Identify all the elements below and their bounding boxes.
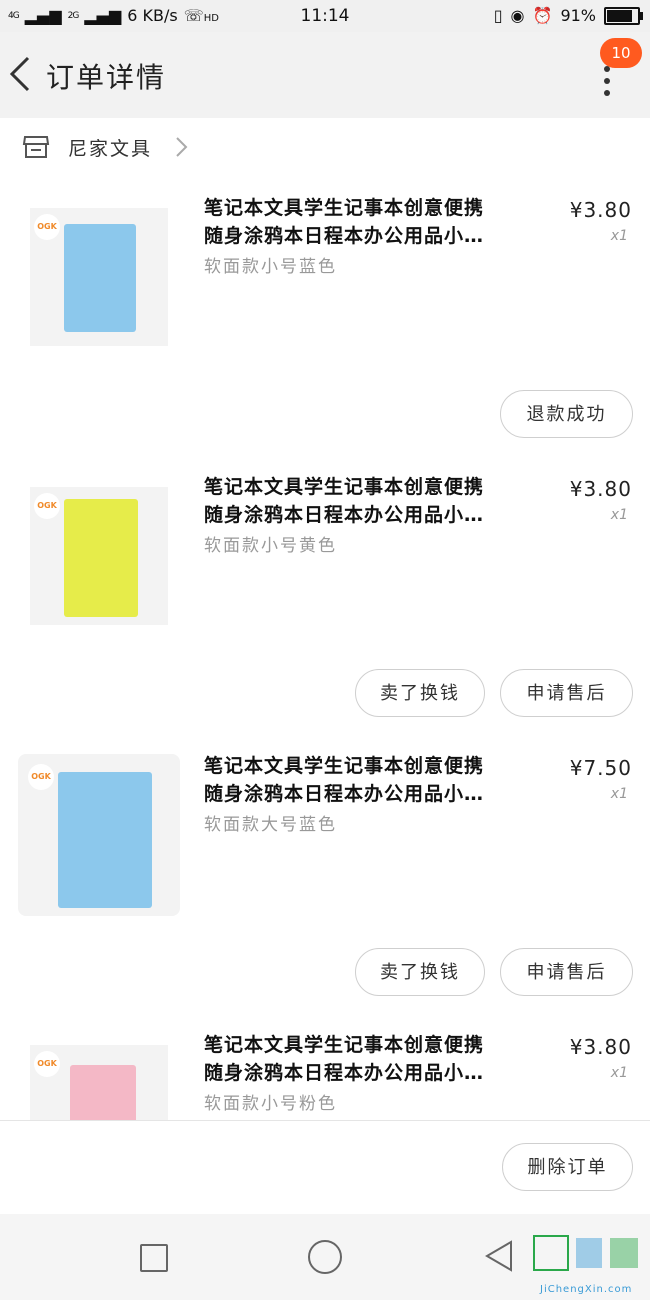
brand-logo-icon: OGK [34, 214, 60, 240]
apply-after-sales-button[interactable]: 申请售后 [500, 948, 633, 996]
watermark-logo-icon [533, 1235, 638, 1271]
notebook-image [64, 224, 136, 332]
product-quantity: x1 [610, 1065, 628, 1081]
chevron-right-icon [176, 137, 188, 157]
status-bar: 4G ▂▄▆ 2G ▂▄▆ 6 KB/s ☏HD 11:14 ▯ ◉ ⏰ 91% [0, 0, 650, 32]
product-spec: 软面款小号蓝色 [204, 257, 337, 277]
product-price: ¥7.50 [569, 756, 632, 780]
brand-logo-icon: OGK [34, 493, 60, 519]
message-badge[interactable]: 10 [600, 38, 642, 68]
resell-button[interactable]: 卖了换钱 [355, 669, 485, 717]
product-title-line1: 笔记本文具学生记事本创意便携 [204, 197, 485, 219]
nav-bar: 订单详情 10 [0, 32, 650, 118]
product-spec: 软面款小号粉色 [204, 1094, 337, 1114]
notebook-image [70, 1065, 136, 1120]
vibrate-icon: ▯ [493, 6, 503, 25]
shop-icon [22, 136, 50, 158]
brand-logo-icon: OGK [34, 1051, 60, 1077]
system-back-icon[interactable] [484, 1240, 514, 1272]
product-thumbnail[interactable]: OGK [30, 487, 168, 625]
order-action-bar: 删除订单 [0, 1120, 650, 1215]
product-spec: 软面款大号蓝色 [204, 815, 337, 835]
resell-button[interactable]: 卖了换钱 [355, 948, 485, 996]
battery-fill [607, 9, 632, 22]
product-title[interactable]: 笔记本文具学生记事本创意便携 随身涂鸦本日程本办公用品小… [204, 1031, 539, 1087]
status-right: ▯ ◉ ⏰ 91% [493, 6, 643, 25]
battery-icon [604, 6, 643, 25]
product-title[interactable]: 笔记本文具学生记事本创意便携 随身涂鸦本日程本办公用品小… [204, 752, 539, 808]
brand-logo-icon: OGK [28, 764, 54, 790]
delete-order-button[interactable]: 删除订单 [502, 1143, 633, 1191]
product-thumbnail[interactable]: OGK [30, 1045, 168, 1120]
product-thumbnail[interactable]: OGK [30, 208, 168, 346]
more-menu-icon[interactable] [596, 66, 618, 102]
notebook-image [64, 499, 138, 617]
product-thumbnail[interactable]: OGK [18, 754, 180, 916]
order-item[interactable]: OGK 笔记本文具学生记事本创意便携 随身涂鸦本日程本办公用品小… 软面款小号粉… [0, 1027, 650, 1120]
product-title-line2: 随身涂鸦本日程本办公用品小… [204, 783, 485, 805]
apply-after-sales-button[interactable]: 申请售后 [500, 669, 633, 717]
product-quantity: x1 [610, 507, 628, 523]
back-arrow-icon[interactable] [6, 54, 36, 94]
shop-name: 尼家文具 [68, 138, 153, 160]
alarm-icon: ⏰ [532, 6, 553, 25]
product-price: ¥3.80 [569, 198, 632, 222]
product-title-line2: 随身涂鸦本日程本办公用品小… [204, 504, 485, 526]
product-title-line1: 笔记本文具学生记事本创意便携 [204, 755, 485, 777]
watermark-text: JiChengXin.com [540, 1284, 633, 1295]
product-price: ¥3.80 [569, 1035, 632, 1059]
product-title[interactable]: 笔记本文具学生记事本创意便携 随身涂鸦本日程本办公用品小… [204, 194, 539, 250]
order-item[interactable]: OGK 笔记本文具学生记事本创意便携 随身涂鸦本日程本办公用品小… 软面款小号黄… [0, 469, 650, 729]
shop-row[interactable]: 尼家文具 [0, 118, 650, 176]
recent-apps-icon[interactable] [140, 1244, 168, 1272]
rotation-lock-icon: ◉ [510, 6, 525, 25]
order-item[interactable]: OGK 笔记本文具学生记事本创意便携 随身涂鸦本日程本办公用品小… 软面款大号蓝… [0, 748, 650, 1008]
battery-percent: 91% [560, 6, 596, 25]
refund-success-button[interactable]: 退款成功 [500, 390, 633, 438]
product-price: ¥3.80 [569, 477, 632, 501]
product-spec: 软面款小号黄色 [204, 536, 337, 556]
product-quantity: x1 [610, 786, 628, 802]
notebook-image [58, 772, 152, 908]
product-title-line2: 随身涂鸦本日程本办公用品小… [204, 225, 485, 247]
order-item[interactable]: OGK 笔记本文具学生记事本创意便携 随身涂鸦本日程本办公用品小… 软面款小号蓝… [0, 190, 650, 450]
product-title-line2: 随身涂鸦本日程本办公用品小… [204, 1062, 485, 1084]
product-title-line1: 笔记本文具学生记事本创意便携 [204, 476, 485, 498]
page-title: 订单详情 [46, 61, 167, 94]
product-quantity: x1 [610, 228, 628, 244]
home-icon[interactable] [308, 1240, 342, 1274]
product-title[interactable]: 笔记本文具学生记事本创意便携 随身涂鸦本日程本办公用品小… [204, 473, 539, 529]
product-title-line1: 笔记本文具学生记事本创意便携 [204, 1034, 485, 1056]
